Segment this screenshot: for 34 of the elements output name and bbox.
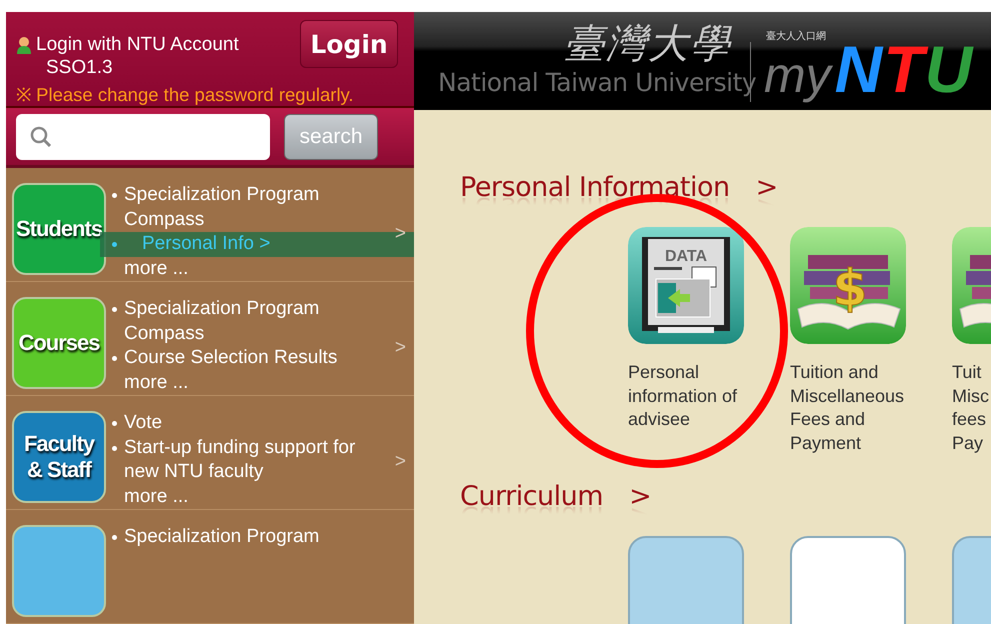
menu-link[interactable]: Specialization Program Compass (106, 297, 364, 346)
login-button[interactable]: Login (300, 20, 398, 68)
calligraphy-logo: 臺灣大學 (564, 20, 732, 69)
app-label[interactable]: Personal information of advisee (628, 361, 738, 432)
category-button[interactable]: Students (12, 183, 106, 276)
expand-arrow[interactable]: > (394, 337, 406, 360)
data-monitor-icon[interactable]: DATA (628, 227, 744, 344)
category-button[interactable]: Faculty & Staff (12, 411, 106, 504)
section-heading[interactable]: Curriculum (460, 481, 604, 512)
app-icon[interactable] (790, 536, 906, 624)
password-notice: ※ Please change the password regularly. (16, 83, 354, 106)
app-label[interactable]: Tuition and Miscellaneous Fees and Payment (790, 361, 904, 455)
more-link[interactable]: more ... (124, 256, 188, 282)
portal-caption: 臺大人入口網 (766, 32, 826, 42)
brand-prefix: my (764, 50, 834, 105)
menu-link[interactable]: Course Selection Results (106, 346, 364, 371)
brand-logo: NTU (834, 36, 974, 102)
search-field[interactable] (16, 114, 270, 160)
more-link[interactable]: more ... (124, 484, 188, 510)
login-label: Login with NTU Account (36, 34, 239, 56)
sso-version: SSO1.3 (46, 57, 113, 79)
section-arrow[interactable]: > (756, 172, 778, 203)
user-icon (16, 36, 32, 54)
menu-link[interactable]: Specialization Program (106, 525, 364, 550)
menu-link[interactable]: Specialization Program Compass (106, 183, 364, 232)
category-button[interactable] (12, 525, 106, 618)
more-link[interactable]: more ... (124, 370, 188, 396)
section-heading[interactable]: Personal Information (460, 172, 730, 203)
app-label[interactable]: Tuit Misc fees Pay (952, 361, 989, 455)
expand-arrow[interactable]: > (394, 451, 406, 474)
section-arrow[interactable]: > (629, 481, 652, 512)
search-icon (30, 126, 51, 148)
menu-link[interactable]: Vote (106, 411, 364, 436)
app-icon[interactable] (628, 536, 744, 624)
